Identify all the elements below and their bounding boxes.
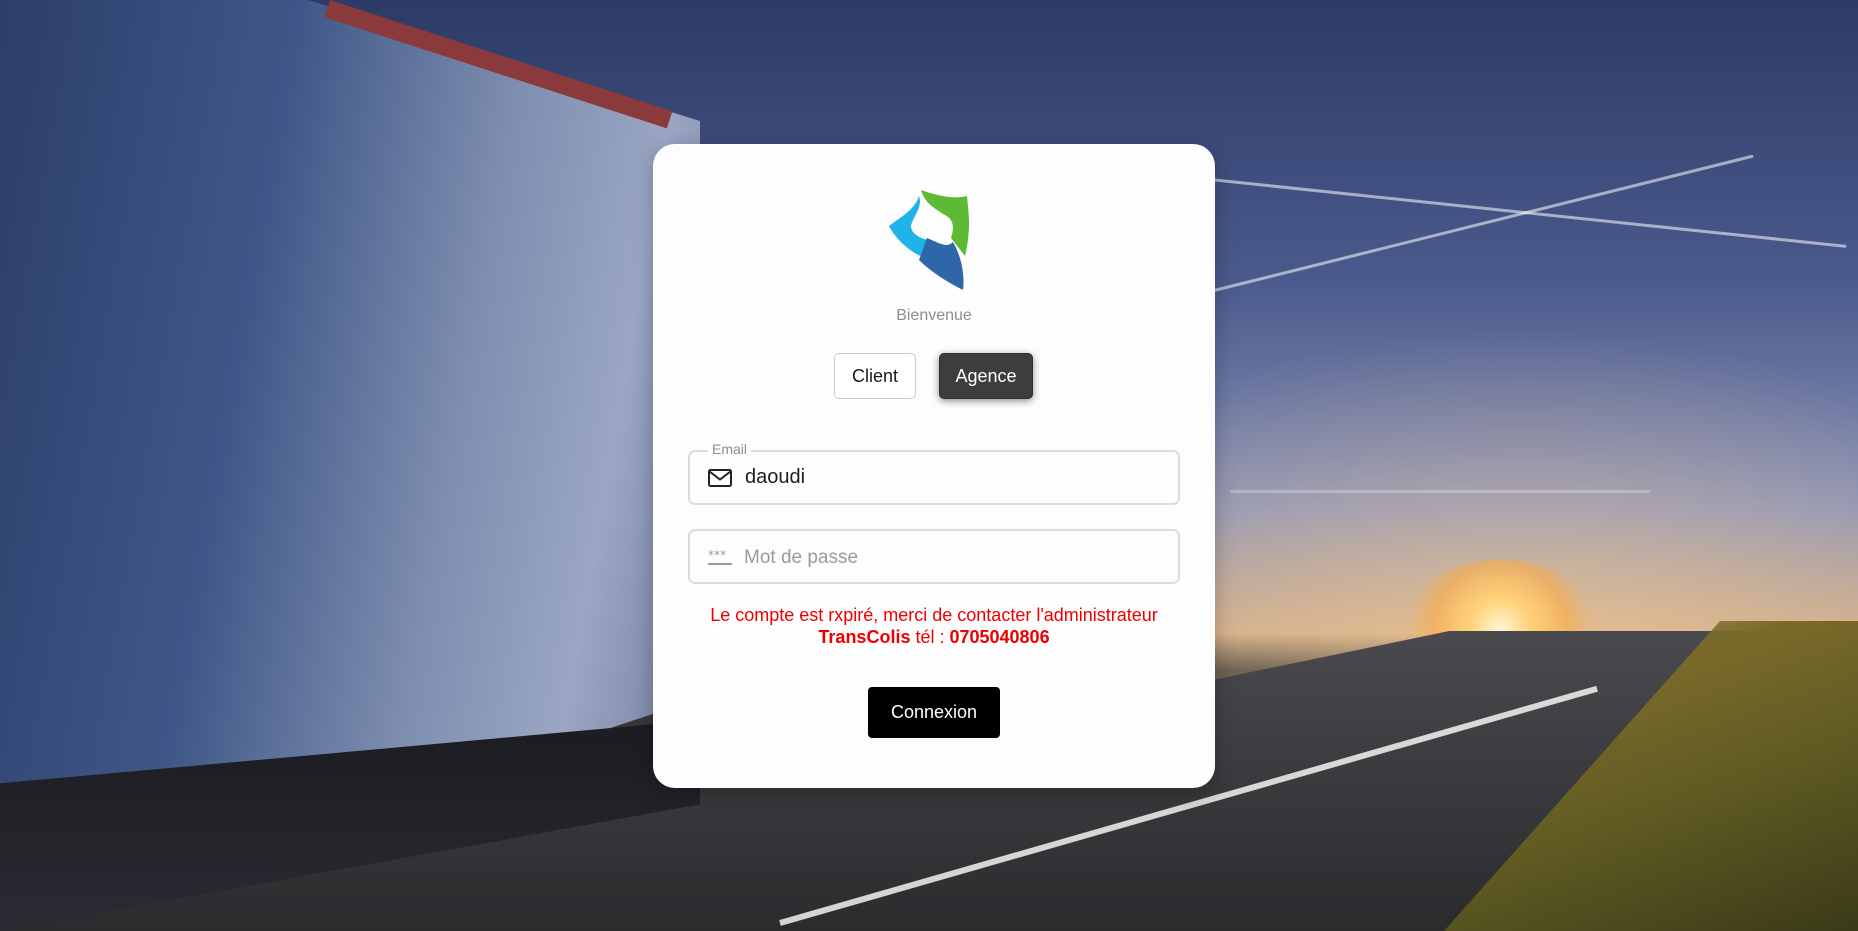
tab-agence[interactable]: Agence <box>939 353 1033 399</box>
password-field[interactable]: *** <box>688 529 1180 584</box>
tab-client[interactable]: Client <box>834 353 916 399</box>
password-input[interactable] <box>742 541 1166 575</box>
connexion-button[interactable]: Connexion <box>868 687 1000 738</box>
mail-icon <box>708 469 732 487</box>
phone-number: 0705040806 <box>949 627 1050 647</box>
error-text: Le compte est rxpiré, merci de contacter… <box>710 605 1158 625</box>
email-field[interactable]: Email daoudi <box>688 441 1180 505</box>
email-label: Email <box>708 441 752 457</box>
tel-label: tél : <box>910 627 950 647</box>
company-name: TransColis <box>818 627 911 647</box>
email-value[interactable]: daoudi <box>745 466 805 489</box>
error-message: Le compte est rxpiré, merci de contacter… <box>653 604 1215 648</box>
login-card: Bienvenue Client Agence Email daoudi ***… <box>653 144 1215 788</box>
error-contact: TransColis tél : 0705040806 <box>653 626 1215 648</box>
password-icon: *** <box>708 548 732 565</box>
contrail <box>1230 490 1650 493</box>
welcome-text: Bienvenue <box>896 307 972 324</box>
logo-icon <box>889 190 969 290</box>
svg-text:***: *** <box>708 548 726 562</box>
contrail <box>1209 154 1754 293</box>
